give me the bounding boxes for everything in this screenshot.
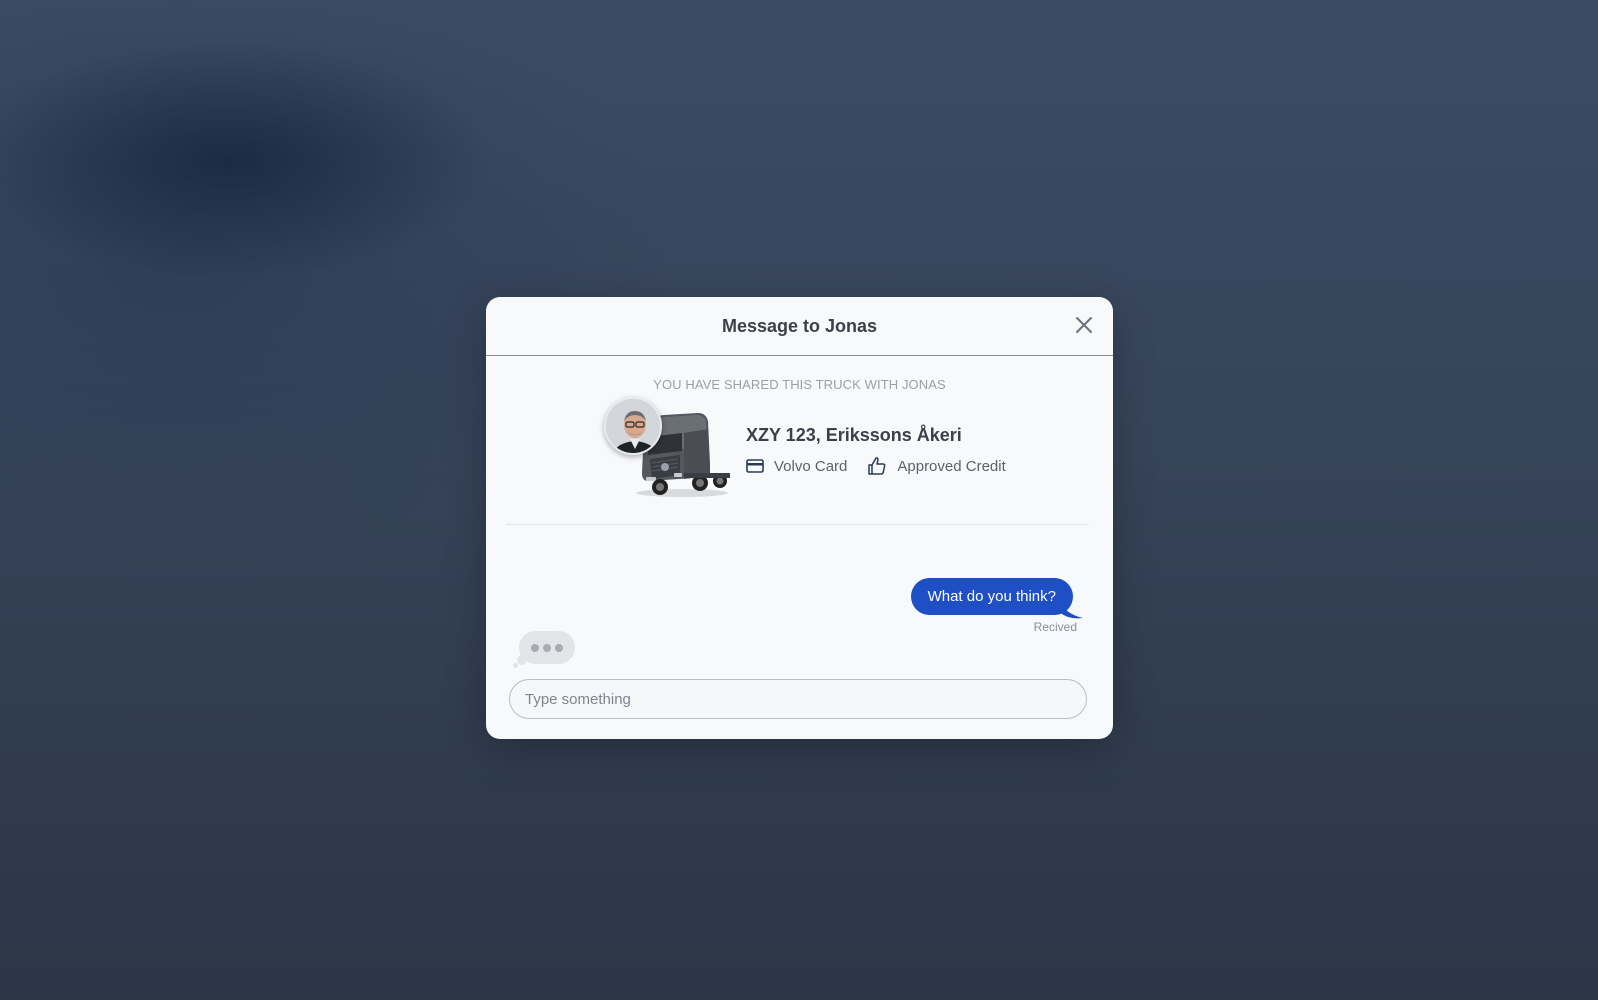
close-button[interactable] [1073,314,1095,336]
typing-dot [555,643,563,652]
divider [506,524,1089,525]
message-status: Recived [1033,620,1077,634]
message-input[interactable] [509,679,1087,719]
typing-indicator [519,631,575,664]
tag-approved-credit: Approved Credit [867,456,1006,476]
truck-name: XZY 123, Erikssons Åkeri [746,425,962,445]
truck-info: XZY 123, Erikssons Åkeri Volvo Card Appr… [746,425,1006,476]
typing-dot [543,643,551,652]
thumbs-up-icon [868,457,886,475]
typing-tail [517,655,527,665]
tag-label: Approved Credit [897,457,1006,475]
dialog-title: Message to Jonas [721,315,878,336]
tag-volvo-card: Volvo Card [746,458,847,475]
close-icon [1076,317,1092,333]
bubble-tail [1059,600,1083,619]
shared-truck-card: XZY 123, Erikssons Åkeri Volvo Card Appr… [604,397,1024,497]
typing-tail [513,663,518,668]
truck-tags: Volvo Card Approved Credit [746,456,1006,476]
shared-caption: YOU HAVE SHARED THIS TRUCK WITH JONAS [653,377,946,392]
typing-dot [531,643,539,652]
message-dialog: Message to Jonas YOU HAVE SHARED THIS TR… [486,297,1113,739]
avatar [604,397,662,455]
tag-label: Volvo Card [774,457,848,475]
dialog-header: Message to Jonas [486,297,1113,356]
outgoing-message-bubble: What do you think? [910,578,1073,615]
credit-card-icon [746,459,764,473]
